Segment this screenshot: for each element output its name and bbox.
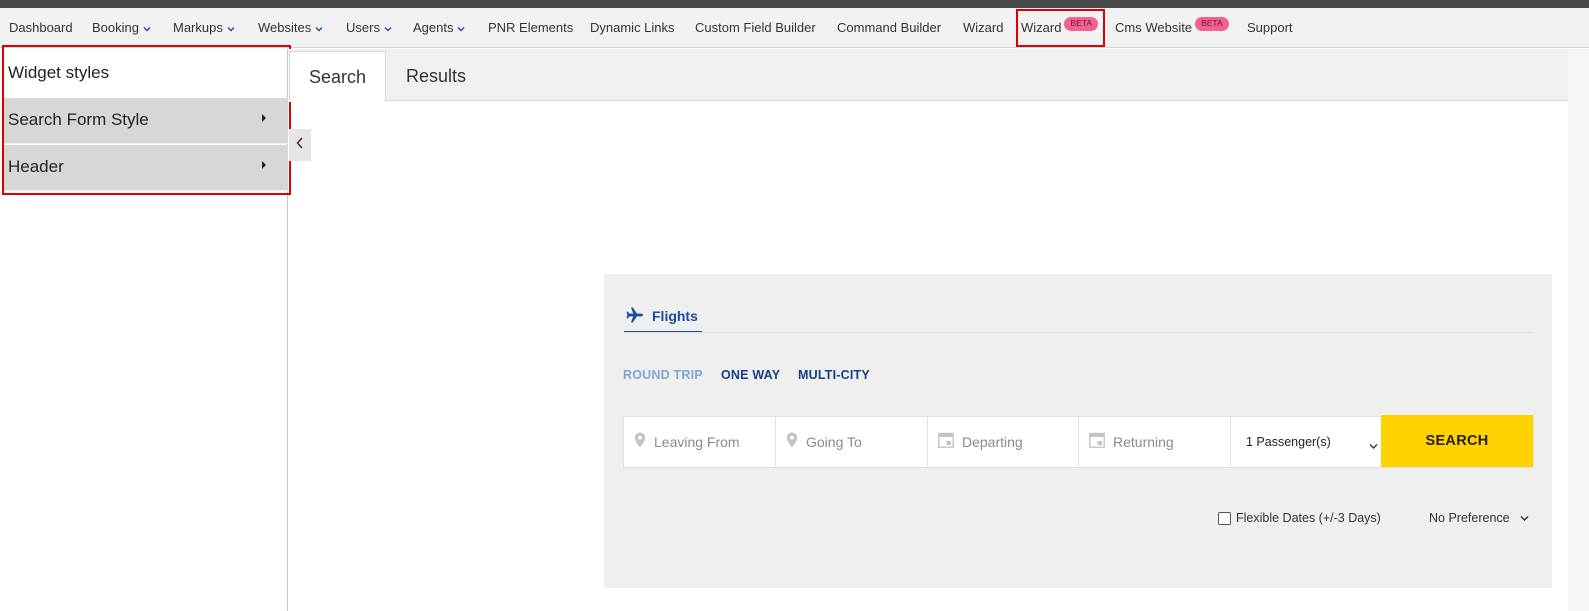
tab-label: Results [406, 66, 467, 86]
panel-title: Widget styles [8, 63, 110, 82]
panel-item-label: Header [8, 157, 64, 176]
passengers-select[interactable]: 1 Passenger(s) [1231, 417, 1382, 467]
main-tabs: Search Results [289, 49, 1568, 102]
nav-label: Websites [258, 20, 312, 35]
calendar-icon [1089, 432, 1105, 453]
nav-users[interactable]: Users [346, 8, 392, 48]
nav-dynamic-links[interactable]: Dynamic Links [590, 8, 675, 48]
nav-pnr-elements[interactable]: PNR Elements [488, 8, 573, 48]
nav-label: Markups [173, 20, 223, 35]
top-navbar: Dashboard Booking Markups Websites Users… [0, 8, 1589, 48]
product-tab-label: Flights [652, 308, 698, 324]
caret-right-icon [262, 114, 266, 122]
airplane-icon [626, 307, 644, 328]
calendar-icon [938, 432, 954, 453]
product-tab-flights[interactable]: Flights [624, 307, 702, 333]
departing-placeholder: Departing [962, 434, 1023, 450]
map-pin-icon [634, 432, 646, 453]
nav-label: Cms Website [1115, 20, 1193, 35]
search-button[interactable]: SEARCH [1381, 415, 1533, 467]
chevron-down-icon [143, 8, 151, 48]
returning-placeholder: Returning [1113, 434, 1174, 450]
preference-value: No Preference [1429, 511, 1510, 525]
trip-type-multi-city[interactable]: MULTI-CITY [798, 368, 870, 382]
tab-search[interactable]: Search [289, 51, 387, 102]
departing-field[interactable]: Departing [928, 417, 1079, 467]
nav-label: Agents [413, 20, 454, 35]
top-strip [0, 0, 1589, 8]
nav-dashboard[interactable]: Dashboard [9, 8, 73, 48]
wizard-highlight-box [1016, 9, 1105, 47]
chevron-down-icon [457, 8, 465, 48]
flexible-dates-option[interactable]: Flexible Dates (+/-3 Days) [1218, 511, 1381, 525]
nav-label: Support [1247, 20, 1293, 35]
preference-select[interactable]: No Preference [1429, 511, 1529, 525]
nav-label: Dynamic Links [590, 20, 675, 35]
nav-booking[interactable]: Booking [92, 8, 151, 48]
widget-styles-panel: Widget styles Search Form Style Header [0, 49, 288, 611]
nav-command-builder[interactable]: Command Builder [837, 8, 941, 48]
panel-item-header[interactable]: Header [4, 145, 288, 191]
leaving-from-field[interactable]: Leaving From [624, 417, 776, 467]
beta-badge: BETA [1195, 17, 1229, 31]
chevron-down-icon [227, 8, 235, 48]
map-pin-icon [786, 432, 798, 453]
flexible-dates-checkbox[interactable] [1218, 511, 1231, 525]
nav-label: Custom Field Builder [695, 20, 816, 35]
trip-type-one-way[interactable]: ONE WAY [721, 368, 780, 382]
tab-divider [624, 332, 1532, 333]
nav-label: PNR Elements [488, 20, 574, 35]
nav-support[interactable]: Support [1247, 8, 1293, 48]
nav-wizard[interactable]: Wizard [963, 8, 1003, 48]
scrollbar[interactable] [1568, 49, 1589, 611]
going-to-placeholder: Going To [806, 434, 862, 450]
tab-results[interactable]: Results [387, 51, 485, 101]
passengers-value: 1 Passenger(s) [1246, 435, 1331, 449]
nav-markups[interactable]: Markups [173, 8, 235, 48]
nav-websites[interactable]: Websites [258, 8, 323, 48]
panel-item-label: Search Form Style [8, 110, 149, 129]
collapse-panel-button[interactable] [289, 129, 311, 161]
nav-label: Dashboard [9, 20, 73, 35]
chevron-down-icon [315, 8, 323, 48]
chevron-down-icon [1520, 511, 1529, 525]
nav-label: Command Builder [837, 20, 942, 35]
chevron-left-icon [296, 136, 304, 154]
tab-label: Search [309, 67, 367, 87]
nav-label: Users [346, 20, 380, 35]
nav-agents[interactable]: Agents [413, 8, 465, 48]
chevron-down-icon [384, 8, 392, 48]
nav-label: Wizard [963, 20, 1004, 35]
caret-right-icon [262, 161, 266, 169]
panel-item-search-form-style[interactable]: Search Form Style [4, 98, 288, 144]
chevron-down-icon [1369, 437, 1378, 455]
nav-custom-field-builder[interactable]: Custom Field Builder [695, 8, 816, 48]
nav-label: Booking [92, 20, 139, 35]
flexible-dates-label: Flexible Dates (+/-3 Days) [1236, 511, 1381, 525]
going-to-field[interactable]: Going To [776, 417, 928, 467]
returning-field[interactable]: Returning [1079, 417, 1231, 467]
leaving-from-placeholder: Leaving From [654, 434, 740, 450]
trip-type-round-trip[interactable]: ROUND TRIP [623, 368, 703, 382]
search-widget-preview: Flights ROUND TRIP ONE WAY MULTI-CITY Le… [604, 274, 1552, 588]
nav-cms-website[interactable]: Cms Website BETA [1115, 8, 1229, 48]
